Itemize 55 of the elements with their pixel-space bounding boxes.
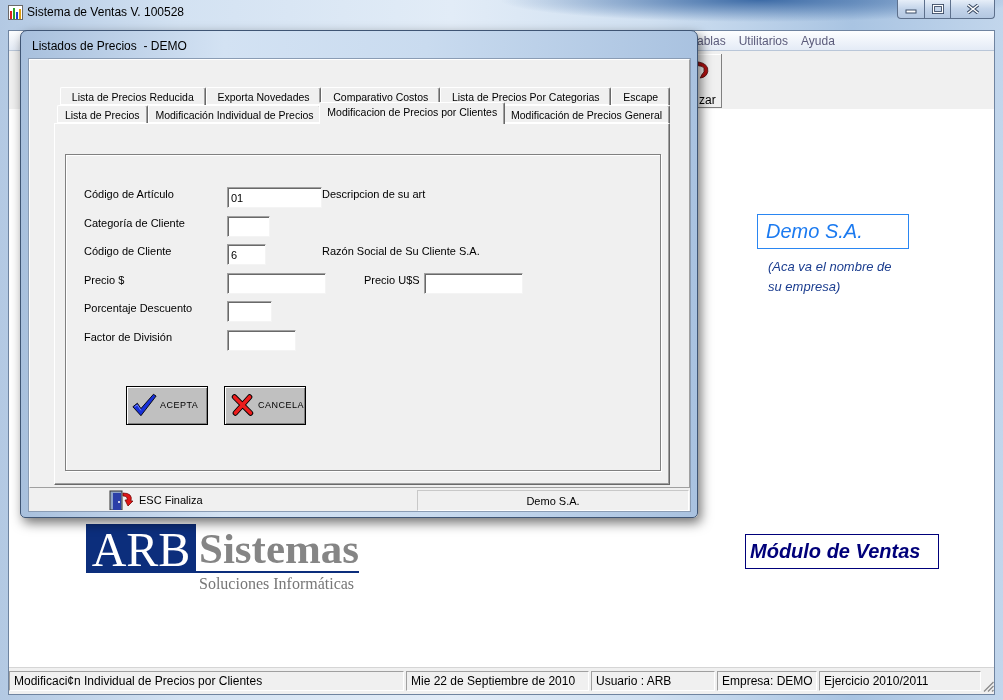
footer-hint: ESC Finaliza bbox=[139, 494, 203, 506]
input-field[interactable] bbox=[423, 272, 523, 294]
input-field[interactable] bbox=[227, 215, 270, 237]
menu-item[interactable]: Ayuda bbox=[801, 33, 835, 48]
door-exit-icon bbox=[109, 490, 135, 510]
cancel-button[interactable]: CANCELA bbox=[224, 385, 306, 425]
curved-arrow-icon bbox=[698, 60, 710, 79]
tab[interactable]: Modificacion de Precios por Clientes bbox=[319, 102, 506, 124]
maximize-button[interactable] bbox=[924, 0, 951, 19]
menu-item[interactable]: ablas bbox=[697, 33, 726, 48]
minimize-button[interactable] bbox=[897, 0, 925, 19]
field-label: Categoría de Cliente bbox=[84, 215, 186, 230]
status-panel: Usuario : ARB bbox=[591, 671, 715, 691]
field-label: Código de Cliente bbox=[84, 244, 173, 259]
window-title: Sistema de Ventas V. 100528 bbox=[27, 5, 184, 20]
cross-icon bbox=[230, 393, 255, 418]
input-field[interactable] bbox=[227, 272, 326, 294]
maximize-icon bbox=[931, 4, 944, 14]
accept-button[interactable]: ACEPTA bbox=[126, 385, 208, 425]
logo-mark: ARB bbox=[86, 524, 196, 573]
field-label: Factor de División bbox=[84, 329, 174, 344]
menu-item[interactable]: Utilitarios bbox=[738, 33, 789, 48]
company-status-panel: Demo S.A. bbox=[417, 490, 689, 511]
tab[interactable]: Lista de Precios Reducida bbox=[60, 87, 206, 105]
field-label: Código de Artículo bbox=[84, 187, 175, 201]
tab[interactable]: Lista de Precios bbox=[57, 105, 148, 123]
logo-tagline: Soluciones Informáticas bbox=[198, 575, 356, 593]
input-field[interactable]: 6 bbox=[227, 244, 266, 266]
status-panel: Ejercicio 2010/2011 bbox=[819, 671, 981, 691]
company-note: (Aca va el nombre de su empresa) bbox=[768, 258, 893, 296]
close-button[interactable] bbox=[950, 0, 995, 19]
tab[interactable]: Lista de Precios Por Categorias bbox=[440, 87, 612, 105]
field-label: Precio $ bbox=[84, 272, 126, 287]
logo-wordmark: Sistemas bbox=[196, 524, 360, 573]
tab[interactable]: Modificación Individual de Precios bbox=[147, 105, 322, 123]
field-label: Porcentaje Descuento bbox=[84, 301, 194, 316]
tab[interactable]: Modificación de Precios General bbox=[503, 105, 671, 123]
close-icon bbox=[966, 4, 979, 14]
tab[interactable]: Escape bbox=[611, 87, 670, 105]
status-panel: Empresa: DEMO bbox=[717, 671, 817, 691]
field-label: Precio U$S bbox=[364, 272, 420, 287]
description-text: Razón Social de Su Cliente S.A. bbox=[322, 244, 480, 259]
status-panel: Modificaci¢n Individual de Precios por Clientes bbox=[9, 671, 404, 691]
dialog-title: Listados de Precios - DEMO bbox=[31, 38, 188, 55]
status-panel: Mie 22 de Septiembre de 2010 bbox=[406, 671, 589, 691]
bar-chart-icon bbox=[8, 5, 23, 20]
description-text: Descripcion de su art bbox=[322, 187, 426, 201]
checkmark-icon bbox=[132, 393, 157, 418]
input-field[interactable] bbox=[227, 329, 296, 351]
resize-grip-icon[interactable] bbox=[983, 681, 994, 692]
company-name-box: Demo S.A. bbox=[757, 214, 909, 249]
tab[interactable]: Exporta Novedades bbox=[205, 87, 322, 105]
module-title: Módulo de Ventas bbox=[745, 534, 939, 569]
input-field[interactable] bbox=[227, 301, 272, 323]
input-field[interactable]: 01 bbox=[227, 187, 322, 208]
